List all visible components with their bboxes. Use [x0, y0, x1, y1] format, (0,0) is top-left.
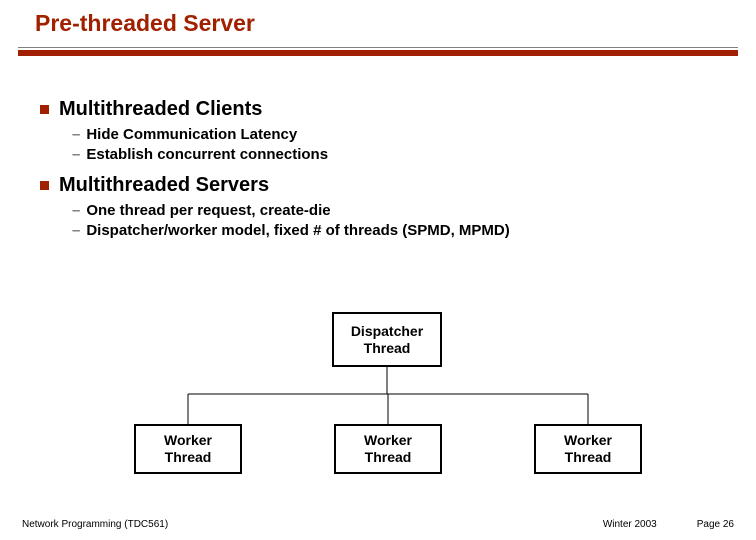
bullet-level2: – Hide Communication Latency	[72, 125, 736, 145]
sub-bullet-text: Establish concurrent connections	[86, 145, 328, 165]
worker-box: Worker Thread	[134, 424, 242, 474]
dash-icon: –	[72, 145, 80, 165]
sub-bullet-text: Dispatcher/worker model, fixed # of thre…	[86, 221, 509, 241]
bullet-text: Multithreaded Servers	[59, 174, 269, 197]
footer-page: Page 26	[697, 519, 734, 530]
bullet-text: Multithreaded Clients	[59, 98, 262, 121]
dash-icon: –	[72, 201, 80, 221]
box-line1: Worker	[164, 432, 212, 449]
box-line1: Dispatcher	[351, 323, 423, 340]
square-bullet-icon	[40, 181, 49, 190]
sub-bullet-text: Hide Communication Latency	[86, 125, 297, 145]
thread-diagram: Dispatcher Thread Worker Thread Worker T…	[110, 312, 670, 492]
divider-thin	[18, 47, 738, 48]
box-line2: Thread	[365, 449, 412, 466]
worker-box: Worker Thread	[534, 424, 642, 474]
footer-course: Network Programming (TDC561)	[22, 519, 603, 530]
square-bullet-icon	[40, 105, 49, 114]
dispatcher-box: Dispatcher Thread	[332, 312, 442, 367]
box-line2: Thread	[364, 340, 411, 357]
slide-footer: Network Programming (TDC561) Winter 2003…	[0, 519, 756, 530]
sub-bullet-text: One thread per request, create-die	[86, 201, 330, 221]
dash-icon: –	[72, 221, 80, 241]
footer-term: Winter 2003	[603, 519, 657, 530]
bullet-level1: Multithreaded Servers	[40, 174, 736, 197]
slide-body: Multithreaded Clients – Hide Communicati…	[0, 56, 756, 241]
box-line2: Thread	[165, 449, 212, 466]
dash-icon: –	[72, 125, 80, 145]
box-line1: Worker	[564, 432, 612, 449]
bullet-level2: – One thread per request, create-die	[72, 201, 736, 221]
box-line2: Thread	[565, 449, 612, 466]
box-line1: Worker	[364, 432, 412, 449]
slide-title: Pre-threaded Server	[0, 0, 756, 45]
bullet-level1: Multithreaded Clients	[40, 98, 736, 121]
bullet-level2: – Dispatcher/worker model, fixed # of th…	[72, 221, 736, 241]
worker-box: Worker Thread	[334, 424, 442, 474]
bullet-level2: – Establish concurrent connections	[72, 145, 736, 165]
